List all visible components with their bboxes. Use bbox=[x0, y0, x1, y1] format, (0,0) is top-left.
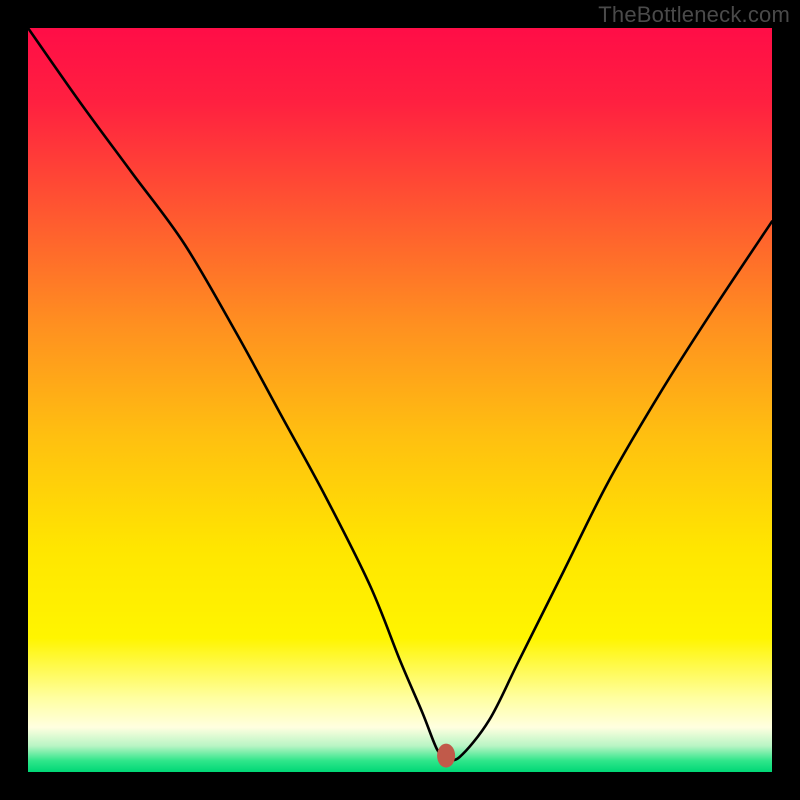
optimum-marker bbox=[437, 744, 455, 768]
plot-area bbox=[28, 28, 772, 772]
watermark-text: TheBottleneck.com bbox=[598, 2, 790, 28]
chart-svg bbox=[28, 28, 772, 772]
chart-frame: TheBottleneck.com bbox=[0, 0, 800, 800]
